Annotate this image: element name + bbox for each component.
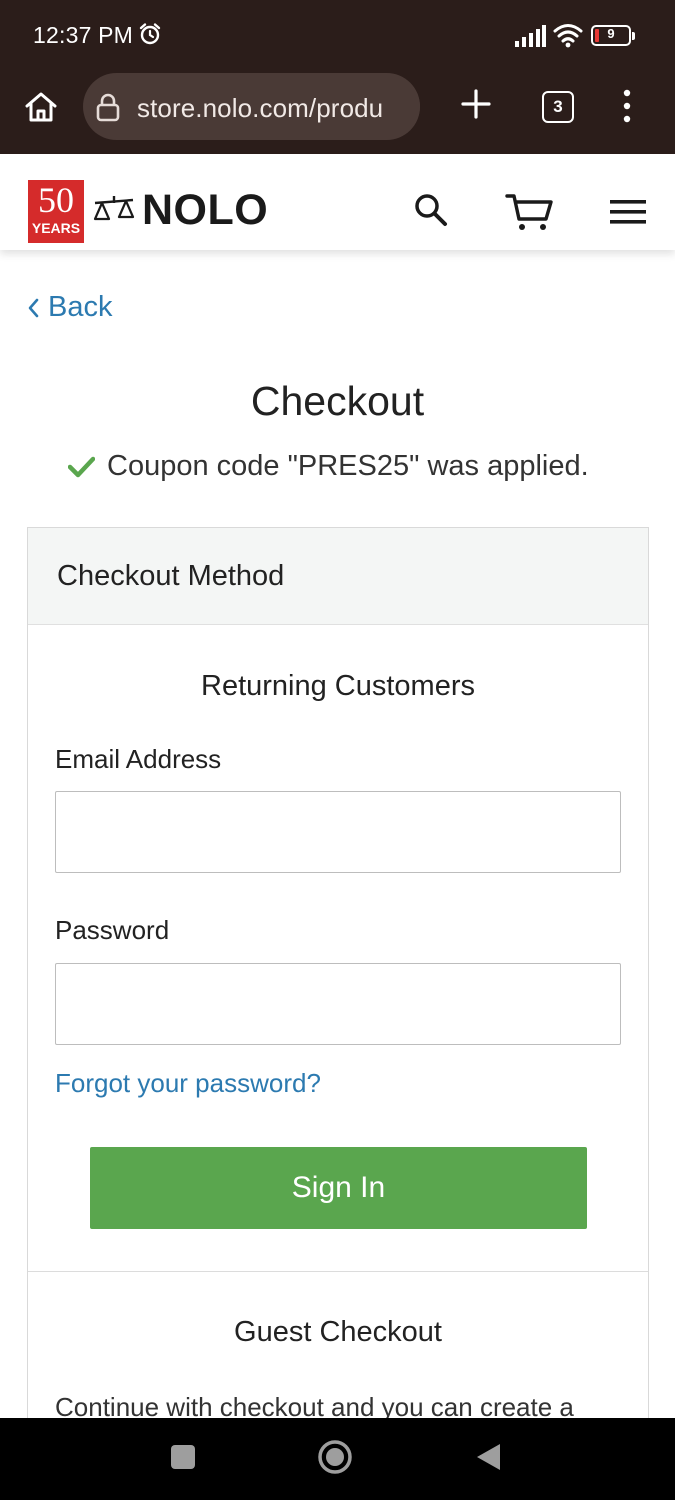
lock-icon xyxy=(96,93,120,122)
alarm-icon xyxy=(139,23,161,45)
checkout-method-card: Checkout Method Returning Customers Emai… xyxy=(27,527,649,1437)
brand-wordmark[interactable]: NOLO xyxy=(142,184,268,236)
forgot-password-link[interactable]: Forgot your password? xyxy=(55,1068,321,1099)
back-link[interactable]: Back xyxy=(26,291,112,324)
battery-icon: 9 xyxy=(591,25,636,47)
site-header: 50 YEARS NOLO xyxy=(0,154,675,250)
url-fade xyxy=(380,73,420,140)
browser-toolbar: store.nolo.com/produ 3 xyxy=(0,70,675,154)
status-bar: 12:37 PM 9 xyxy=(0,0,675,70)
scales-icon xyxy=(93,196,135,221)
card-header: Checkout Method xyxy=(28,528,648,625)
url-text: store.nolo.com/produ xyxy=(137,93,384,123)
wifi-icon xyxy=(553,24,583,48)
email-field[interactable] xyxy=(55,791,621,873)
signal-icon xyxy=(515,25,546,47)
cart-icon[interactable] xyxy=(505,192,555,232)
home-icon[interactable] xyxy=(22,88,60,126)
returning-customers-title: Returning Customers xyxy=(201,670,475,702)
logo-years: YEARS xyxy=(31,220,81,236)
chevron-left-icon xyxy=(28,298,39,317)
checkout-method-title: Checkout Method xyxy=(57,560,285,592)
sign-in-button[interactable]: Sign In xyxy=(90,1147,587,1229)
password-label: Password xyxy=(55,915,170,945)
home-circle-icon[interactable] xyxy=(317,1439,353,1475)
email-label: Email Address xyxy=(55,744,222,774)
status-time: 12:37 PM xyxy=(33,22,134,48)
coupon-message: Coupon code "PRES25" was applied. xyxy=(68,450,589,483)
section-divider xyxy=(28,1271,648,1272)
search-icon[interactable] xyxy=(413,192,449,228)
back-triangle-icon[interactable] xyxy=(475,1442,501,1472)
menu-dots-icon[interactable] xyxy=(617,88,637,124)
hamburger-icon[interactable] xyxy=(610,200,646,224)
logo-number: 50 xyxy=(38,180,74,220)
checkmark-icon xyxy=(68,456,95,477)
battery-level: 9 xyxy=(607,26,615,41)
guest-checkout-title: Guest Checkout xyxy=(234,1316,442,1348)
back-label: Back xyxy=(48,291,113,323)
system-nav-bar xyxy=(0,1418,675,1500)
page-title: Checkout xyxy=(250,378,425,424)
anniversary-logo[interactable]: 50 YEARS xyxy=(28,180,84,243)
tab-switcher-button[interactable]: 3 xyxy=(542,91,574,123)
address-bar[interactable]: store.nolo.com/produ xyxy=(83,73,420,140)
recents-square-icon[interactable] xyxy=(171,1445,195,1469)
new-tab-icon[interactable] xyxy=(459,87,493,121)
password-field[interactable] xyxy=(55,963,621,1045)
coupon-message-text: Coupon code "PRES25" was applied. xyxy=(107,450,589,482)
